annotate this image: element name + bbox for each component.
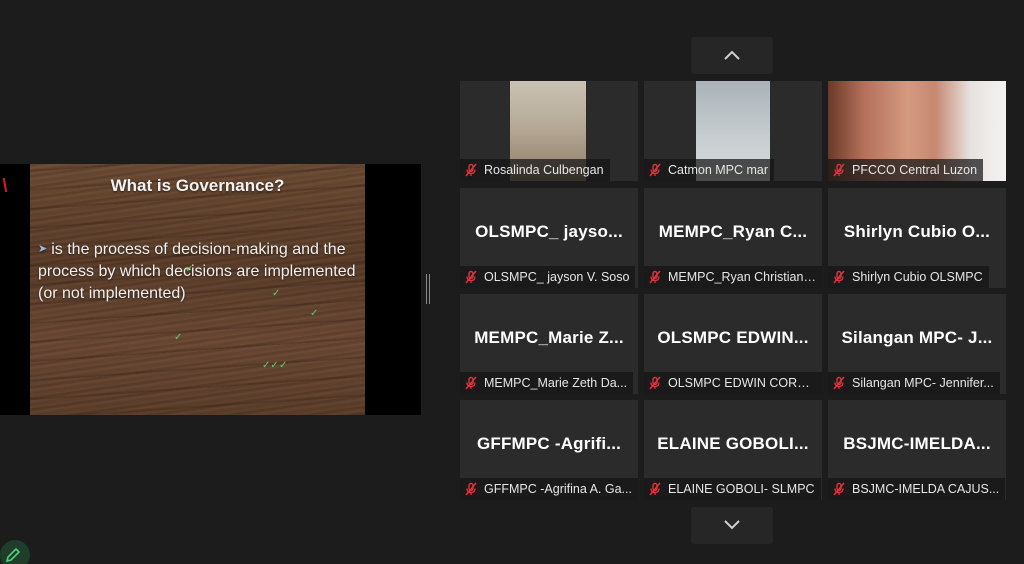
participant-tile[interactable]: BSJMC-IMELDA... BSJMC-IMELDA CAJUS... — [828, 400, 1006, 500]
slide-bullet-text: is the process of decision-making and th… — [38, 241, 356, 302]
participant-tile[interactable]: PFCCO Central Luzon — [828, 81, 1006, 181]
participant-label: GFFMPC -Agrifina A. Ga... — [460, 478, 638, 500]
participant-name: Catmon MPC mar — [668, 163, 769, 177]
participant-label: Silangan MPC- Jennifer... — [828, 372, 1000, 394]
muted-mic-icon — [649, 482, 661, 496]
muted-mic-icon — [833, 163, 845, 177]
muted-mic-icon — [833, 270, 845, 284]
participant-tile[interactable]: Catmon MPC mar — [644, 81, 822, 181]
participant-name-display: Shirlyn Cubio O... — [843, 222, 991, 241]
participant-name: Rosalinda Culbengan — [484, 163, 604, 177]
participant-name-display: MEMPC_Ryan C... — [658, 222, 808, 241]
participant-tile[interactable]: GFFMPC -Agrifi... GFFMPC -Agrifina A. Ga.… — [460, 400, 638, 500]
participant-label: OLSMPC_ jayson V. Soso — [460, 266, 636, 288]
annotation-check-icon: ✓✓ — [262, 360, 279, 371]
participant-name-display: Silangan MPC- J... — [841, 328, 993, 347]
muted-mic-icon — [465, 376, 477, 390]
participant-name-display: ELAINE GOBOLI... — [657, 434, 809, 453]
participant-tile[interactable]: ELAINE GOBOLI... ELAINE GOBOLI- SLMPC — [644, 400, 822, 500]
annotation-check-icon: ✓ — [310, 308, 319, 319]
chevron-up-icon — [724, 50, 740, 60]
participant-label: MEMPC_Ryan Christian ... — [644, 266, 822, 288]
annotate-button[interactable] — [0, 540, 30, 564]
panel-splitter-handle[interactable] — [425, 274, 431, 304]
annotation-mark — [2, 177, 8, 193]
participant-label: MEMPC_Marie Zeth Da... — [460, 372, 634, 394]
muted-mic-icon — [649, 270, 661, 284]
shared-screen[interactable]: What is Governance? ➤ is the process of d… — [0, 164, 421, 415]
participant-name: Silangan MPC- Jennifer... — [852, 376, 994, 390]
pencil-icon — [5, 547, 21, 563]
participant-name: OLSMPC_ jayson V. Soso — [484, 270, 630, 284]
annotation-check-icon: ✓ — [272, 288, 281, 299]
participant-label: ELAINE GOBOLI- SLMPC — [644, 478, 821, 500]
participant-name: MEMPC_Marie Zeth Da... — [484, 376, 628, 390]
participant-name-display: BSJMC-IMELDA... — [843, 434, 991, 453]
muted-mic-icon — [649, 163, 661, 177]
participant-tile[interactable]: Shirlyn Cubio O... Shirlyn Cubio OLSMPC — [828, 188, 1006, 288]
chevron-down-icon — [724, 520, 740, 530]
muted-mic-icon — [833, 376, 845, 390]
slide-bullet: ➤ is the process of decision-making and t… — [38, 238, 358, 305]
participant-name-display: MEMPC_Marie Z... — [474, 328, 624, 347]
participant-name: Shirlyn Cubio OLSMPC — [852, 270, 983, 284]
muted-mic-icon — [833, 482, 845, 496]
participant-name: GFFMPC -Agrifina A. Ga... — [484, 482, 632, 496]
participant-tile[interactable]: Silangan MPC- J... Silangan MPC- Jennifer… — [828, 294, 1006, 394]
participant-name-display: OLSMPC EDWIN... — [657, 328, 809, 347]
participant-label: Catmon MPC mar — [644, 159, 775, 181]
participant-label: Rosalinda Culbengan — [460, 159, 610, 181]
participant-label: OLSMPC EDWIN CORREA — [644, 372, 822, 394]
participant-name: BSJMC-IMELDA CAJUS... — [852, 482, 1000, 496]
annotation-check-icon: ✓ — [279, 360, 288, 371]
muted-mic-icon — [465, 163, 477, 177]
gallery-next-button[interactable] — [691, 507, 773, 544]
annotation-check-icon: ✓ — [185, 264, 194, 275]
participant-name-display: GFFMPC -Agrifi... — [476, 434, 622, 453]
participant-tile[interactable]: Rosalinda Culbengan — [460, 81, 638, 181]
gallery-prev-button[interactable] — [691, 37, 773, 74]
participant-name: PFCCO Central Luzon — [852, 163, 978, 177]
participant-name: MEMPC_Ryan Christian ... — [668, 270, 816, 284]
presentation-slide: What is Governance? ➤ is the process of d… — [30, 164, 365, 415]
participant-tile[interactable]: MEMPC_Marie Z... MEMPC_Marie Zeth Da... — [460, 294, 638, 394]
annotation-check-icon: ✓ — [174, 332, 183, 343]
meeting-window: What is Governance? ➤ is the process of d… — [0, 0, 1024, 564]
muted-mic-icon — [465, 270, 477, 284]
participant-tile[interactable]: MEMPC_Ryan C... MEMPC_Ryan Christian ... — [644, 188, 822, 288]
participant-tile[interactable]: OLSMPC_ jayso... OLSMPC_ jayson V. Soso — [460, 188, 638, 288]
bullet-arrow-icon: ➤ — [38, 243, 48, 255]
participant-name: ELAINE GOBOLI- SLMPC — [668, 482, 815, 496]
participant-name: OLSMPC EDWIN CORREA — [668, 376, 816, 390]
participant-name-display: OLSMPC_ jayso... — [475, 222, 623, 241]
participant-label: PFCCO Central Luzon — [828, 159, 984, 181]
participant-tile[interactable]: OLSMPC EDWIN... OLSMPC EDWIN CORREA — [644, 294, 822, 394]
slide-title: What is Governance? — [110, 176, 285, 195]
participant-label: BSJMC-IMELDA CAJUS... — [828, 478, 1006, 500]
muted-mic-icon — [465, 482, 477, 496]
participant-label: Shirlyn Cubio OLSMPC — [828, 266, 989, 288]
muted-mic-icon — [649, 376, 661, 390]
